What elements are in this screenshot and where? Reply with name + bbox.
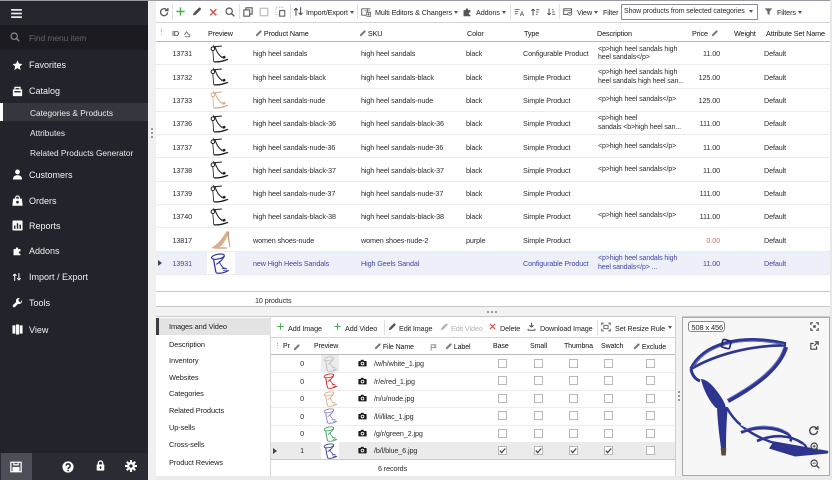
svg-text:A: A: [520, 12, 524, 17]
